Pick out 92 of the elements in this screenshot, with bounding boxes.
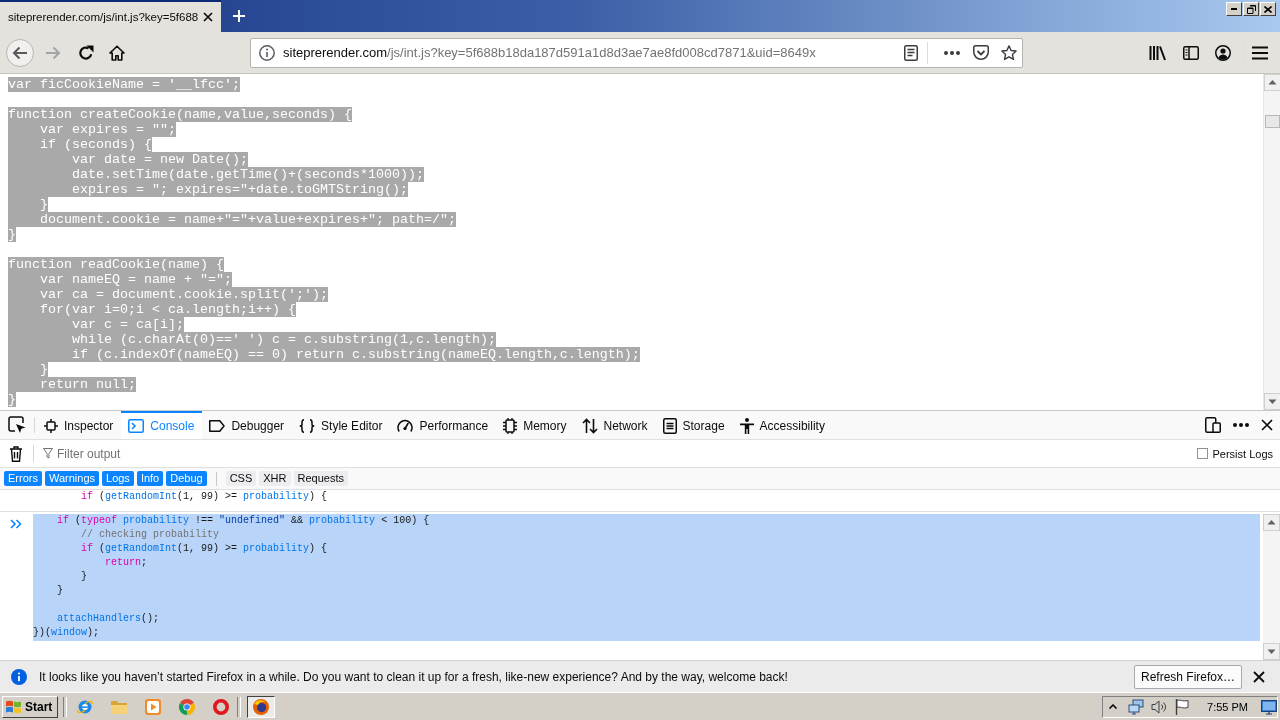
devtools-tab[interactable]: Performance [390, 411, 497, 439]
devtools-tab[interactable]: Memory [496, 411, 575, 439]
terminal-icon [128, 419, 145, 433]
tag-icon [209, 420, 226, 432]
sidebar-icon[interactable] [1183, 45, 1199, 60]
checkbox[interactable] [1197, 448, 1209, 459]
minimize-icon [1231, 8, 1237, 10]
info-icon[interactable] [259, 44, 275, 61]
plus-icon[interactable] [233, 10, 246, 22]
filter-toggle[interactable]: Errors [4, 471, 42, 486]
devtools-tab[interactable]: Storage [655, 411, 733, 439]
desktop-icon[interactable] [1261, 698, 1277, 715]
close-button[interactable] [1260, 2, 1276, 16]
address-bar[interactable]: siteprerender.com/js/int.js?key=5f688b18da187d591a1d8d3ae7ae8fd008cd7871&uid=8649x [250, 37, 1023, 68]
devtools-tab[interactable]: Style Editor [292, 411, 391, 439]
network-icon[interactable] [1128, 698, 1145, 715]
start-button[interactable]: Start [2, 695, 59, 718]
filter-toggle[interactable]: Logs [102, 471, 134, 486]
filter-toggle[interactable]: Info [136, 471, 164, 486]
devtools-tab[interactable]: Console [121, 411, 203, 439]
speaker-icon[interactable] [1151, 698, 1168, 715]
more-icon[interactable] [944, 50, 960, 55]
chip-icon [503, 418, 518, 434]
close-icon[interactable] [203, 12, 214, 22]
url-text: siteprerender.com/js/int.js?key=5f688b18da187d591a1d8d3ae7ae8fd008cd7871&uid=8649x [283, 45, 817, 60]
braces-icon [299, 419, 316, 433]
more-icon[interactable] [1233, 423, 1249, 427]
ring-icon[interactable] [213, 698, 230, 715]
restore-button[interactable] [1243, 2, 1259, 16]
close-icon [1264, 5, 1272, 13]
color-wheel-icon[interactable] [179, 698, 196, 715]
notification-message: It looks like you haven’t started Firefox in a while. Do you want to clean it up for a fresh, like-new experience? And by the way, welcome back! [39, 669, 788, 684]
orb-icon [253, 698, 270, 715]
devtools-tab[interactable]: Network [574, 411, 656, 439]
info-icon [11, 668, 27, 685]
minimize-button[interactable] [1226, 2, 1242, 16]
restore-icon [1246, 4, 1256, 14]
code-line: // checking probability [80, 528, 220, 542]
menu-icon[interactable] [1252, 45, 1268, 60]
filter-toggle[interactable]: Warnings [44, 471, 99, 486]
checkbox-label[interactable]: Persist Logs [1212, 447, 1273, 460]
arrow-down-icon[interactable] [1263, 643, 1280, 660]
browser-tab[interactable]: siteprerender.com/js/int.js?key=5f688 [0, 0, 222, 32]
devices-icon[interactable] [1205, 417, 1221, 433]
code-line: } [80, 570, 87, 584]
flag-icon[interactable] [1175, 698, 1190, 715]
arrows-icon [581, 418, 598, 434]
caret-up-icon[interactable] [1109, 704, 1118, 709]
devtools-tab[interactable]: Accessibility [732, 411, 833, 439]
arrow-up-icon[interactable] [1264, 74, 1280, 91]
pick-element-icon[interactable] [8, 416, 26, 434]
gauge-icon [397, 419, 414, 433]
code-line: })(window); [33, 626, 100, 640]
filter-icon [43, 448, 53, 459]
close-icon[interactable] [1261, 419, 1273, 431]
shield-chevron-icon[interactable] [973, 44, 989, 61]
reader-icon[interactable] [904, 44, 918, 61]
back-icon[interactable] [6, 38, 34, 67]
taskbar-button[interactable] [247, 695, 276, 718]
clock[interactable]: 7:55 PM [1207, 700, 1248, 713]
globe-icon[interactable] [77, 698, 94, 715]
close-icon[interactable] [1253, 670, 1265, 683]
trash-icon[interactable] [9, 445, 23, 462]
home-icon[interactable] [109, 44, 125, 61]
star-icon[interactable] [1001, 44, 1017, 61]
person-icon [739, 418, 754, 434]
devtools-tab[interactable]: Inspector [37, 411, 122, 439]
arrow-up-icon[interactable] [1263, 514, 1280, 531]
code-line: if (typeof probability !== "undefined" && probability < 100) { [56, 514, 430, 528]
windows-logo-icon [6, 699, 22, 714]
square-icon [44, 419, 58, 433]
scrollbar[interactable] [1263, 74, 1280, 410]
filter-toggle[interactable]: Requests [293, 471, 348, 486]
code-line: if (getRandomInt(1, 99) >= probability) { [80, 490, 328, 504]
filter-toggle[interactable]: CSS [225, 471, 257, 486]
prompt-icon [10, 519, 22, 529]
arrow-down-icon[interactable] [1264, 393, 1280, 410]
scrollbar-thumb[interactable] [1265, 115, 1280, 128]
filter-field[interactable]: Filter output [57, 446, 657, 461]
refresh-firefox-button[interactable]: Refresh Firefox… [1133, 664, 1242, 689]
code-line: if (getRandomInt(1, 99) >= probability) { [80, 542, 328, 556]
code-line: return; [104, 556, 148, 570]
scrollbar[interactable] [1263, 514, 1280, 660]
reload-icon[interactable] [78, 44, 94, 61]
code-line: } [56, 584, 63, 598]
library-icon[interactable] [1149, 44, 1167, 61]
filter-toggle[interactable]: XHR [259, 471, 291, 486]
code-line: attachHandlers(); [56, 612, 160, 626]
devtools-tab[interactable]: Debugger [202, 411, 293, 439]
account-icon[interactable] [1215, 44, 1231, 61]
filter-toggle[interactable]: Debug [166, 471, 207, 486]
cabinet-icon [662, 418, 677, 434]
